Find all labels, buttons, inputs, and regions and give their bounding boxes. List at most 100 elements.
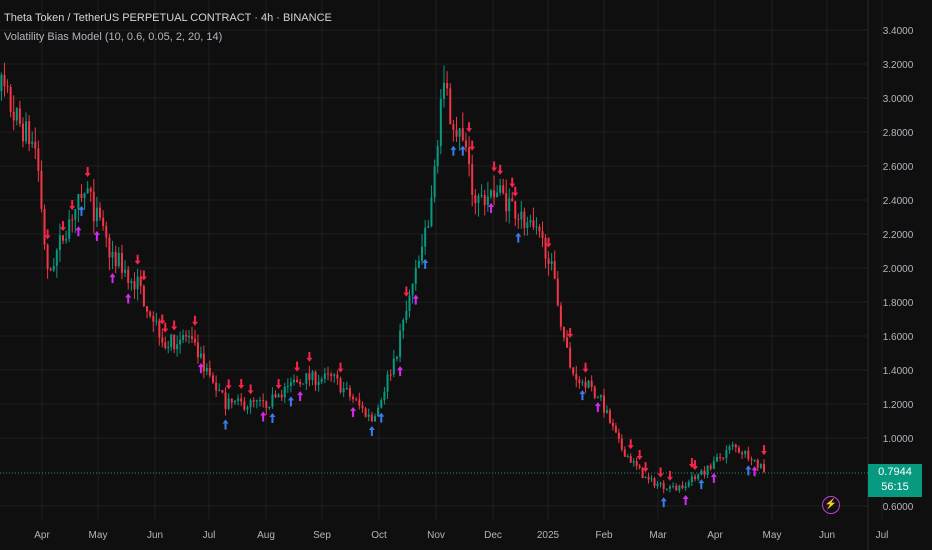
candle-body [520, 211, 523, 220]
candle-body [355, 399, 358, 401]
x-tick-label: Jun [819, 530, 835, 541]
candle-body [556, 278, 559, 306]
candle-body [95, 207, 98, 222]
candle-body [136, 276, 139, 290]
candle-body [608, 410, 611, 423]
candle-body [697, 474, 700, 479]
candle-body [408, 295, 411, 311]
candle-body [202, 353, 205, 372]
candle-body [15, 108, 18, 121]
candle-body [411, 283, 414, 296]
candle-body [271, 394, 274, 407]
candle-body [333, 374, 336, 376]
candle-body [399, 330, 402, 357]
candle-body [249, 400, 252, 408]
candle-body [575, 373, 578, 380]
candle-body [471, 164, 474, 196]
candle-body [744, 450, 747, 455]
y-tick-label: 1.2000 [883, 400, 914, 411]
candle-body [199, 353, 202, 358]
candle-body [9, 86, 12, 112]
sell-arrow [134, 254, 141, 265]
candle-body [262, 400, 265, 402]
x-tick-label: Nov [427, 530, 445, 541]
buy-arrow [682, 494, 689, 505]
candle-body [687, 481, 690, 487]
candle-body [314, 371, 317, 385]
candle-body [477, 195, 480, 203]
bar-countdown: 56:15 [881, 481, 909, 493]
candle-body [330, 374, 333, 376]
candle-body [117, 252, 120, 267]
candle-body [71, 219, 74, 221]
candle-body [629, 456, 632, 463]
indicator-legend[interactable]: Volatility Bias Model (10, 0.6, 0.05, 2,… [4, 31, 222, 43]
sell-arrow [191, 315, 198, 326]
candle-body [725, 450, 728, 459]
candle-body [653, 478, 656, 487]
candle-body [34, 141, 37, 149]
candle-body [74, 209, 77, 220]
candle-body [176, 344, 179, 350]
sell-arrow [491, 161, 498, 172]
candle-body [490, 190, 493, 197]
sell-arrow [247, 384, 254, 395]
x-tick-label: Oct [371, 530, 387, 541]
symbol-title[interactable]: Theta Token / TetherUS PERPETUAL CONTRAC… [4, 12, 332, 24]
candle-body [173, 334, 176, 350]
sell-arrow [761, 445, 768, 456]
lightning-icon[interactable]: ⚡ [822, 496, 840, 514]
candle-body [185, 335, 188, 337]
candle-body [647, 477, 650, 480]
sell-arrow [582, 362, 589, 373]
candle-body [345, 388, 348, 390]
y-tick-label: 2.0000 [883, 264, 914, 275]
candle-body [25, 121, 28, 142]
candle-body [114, 251, 117, 267]
candle-body [722, 457, 725, 459]
candle-body [505, 192, 508, 212]
y-tick-label: 3.0000 [883, 94, 914, 105]
candle-body [111, 251, 114, 258]
candle-body [690, 476, 693, 482]
candle-body [40, 170, 43, 209]
candle-body [305, 373, 308, 384]
candle-body [289, 382, 292, 386]
sell-arrow [509, 177, 516, 188]
candle-body [215, 382, 218, 391]
price-chart[interactable]: 3.4000 3.2000 3.0000 2.8000 2.6000 2.4000 2.20… [0, 0, 932, 550]
sell-arrow [225, 379, 232, 390]
buy-arrow [269, 413, 276, 424]
candle-body [709, 465, 712, 469]
buy-arrow [579, 390, 586, 401]
x-tick-label: Apr [34, 530, 50, 541]
sell-arrow [171, 320, 178, 331]
candle-body [21, 123, 24, 142]
candle-body [68, 219, 71, 239]
candle-body [65, 238, 68, 241]
sell-arrow [275, 378, 282, 389]
buy-arrow [397, 366, 404, 377]
sell-arrow [627, 439, 634, 450]
candle-body [439, 98, 442, 147]
candle-body [317, 381, 320, 385]
candle-body [759, 464, 762, 468]
candle-body [218, 389, 221, 391]
sell-arrow [162, 322, 169, 333]
x-tick-label: Jul [203, 530, 216, 541]
candle-body [127, 269, 130, 283]
candle-body [370, 414, 373, 422]
candle-body [43, 208, 46, 245]
candle-body [635, 461, 638, 466]
candle-body [572, 367, 575, 374]
candle-body [299, 381, 302, 385]
sell-arrow [666, 470, 673, 481]
x-tick-label: May [89, 530, 108, 541]
candle-body [320, 379, 323, 382]
candle-body [380, 400, 383, 408]
buy-arrow [751, 466, 758, 477]
candle-body [599, 395, 602, 398]
candle-body [89, 188, 92, 192]
candle-body [694, 476, 697, 479]
candle-body [741, 452, 744, 455]
